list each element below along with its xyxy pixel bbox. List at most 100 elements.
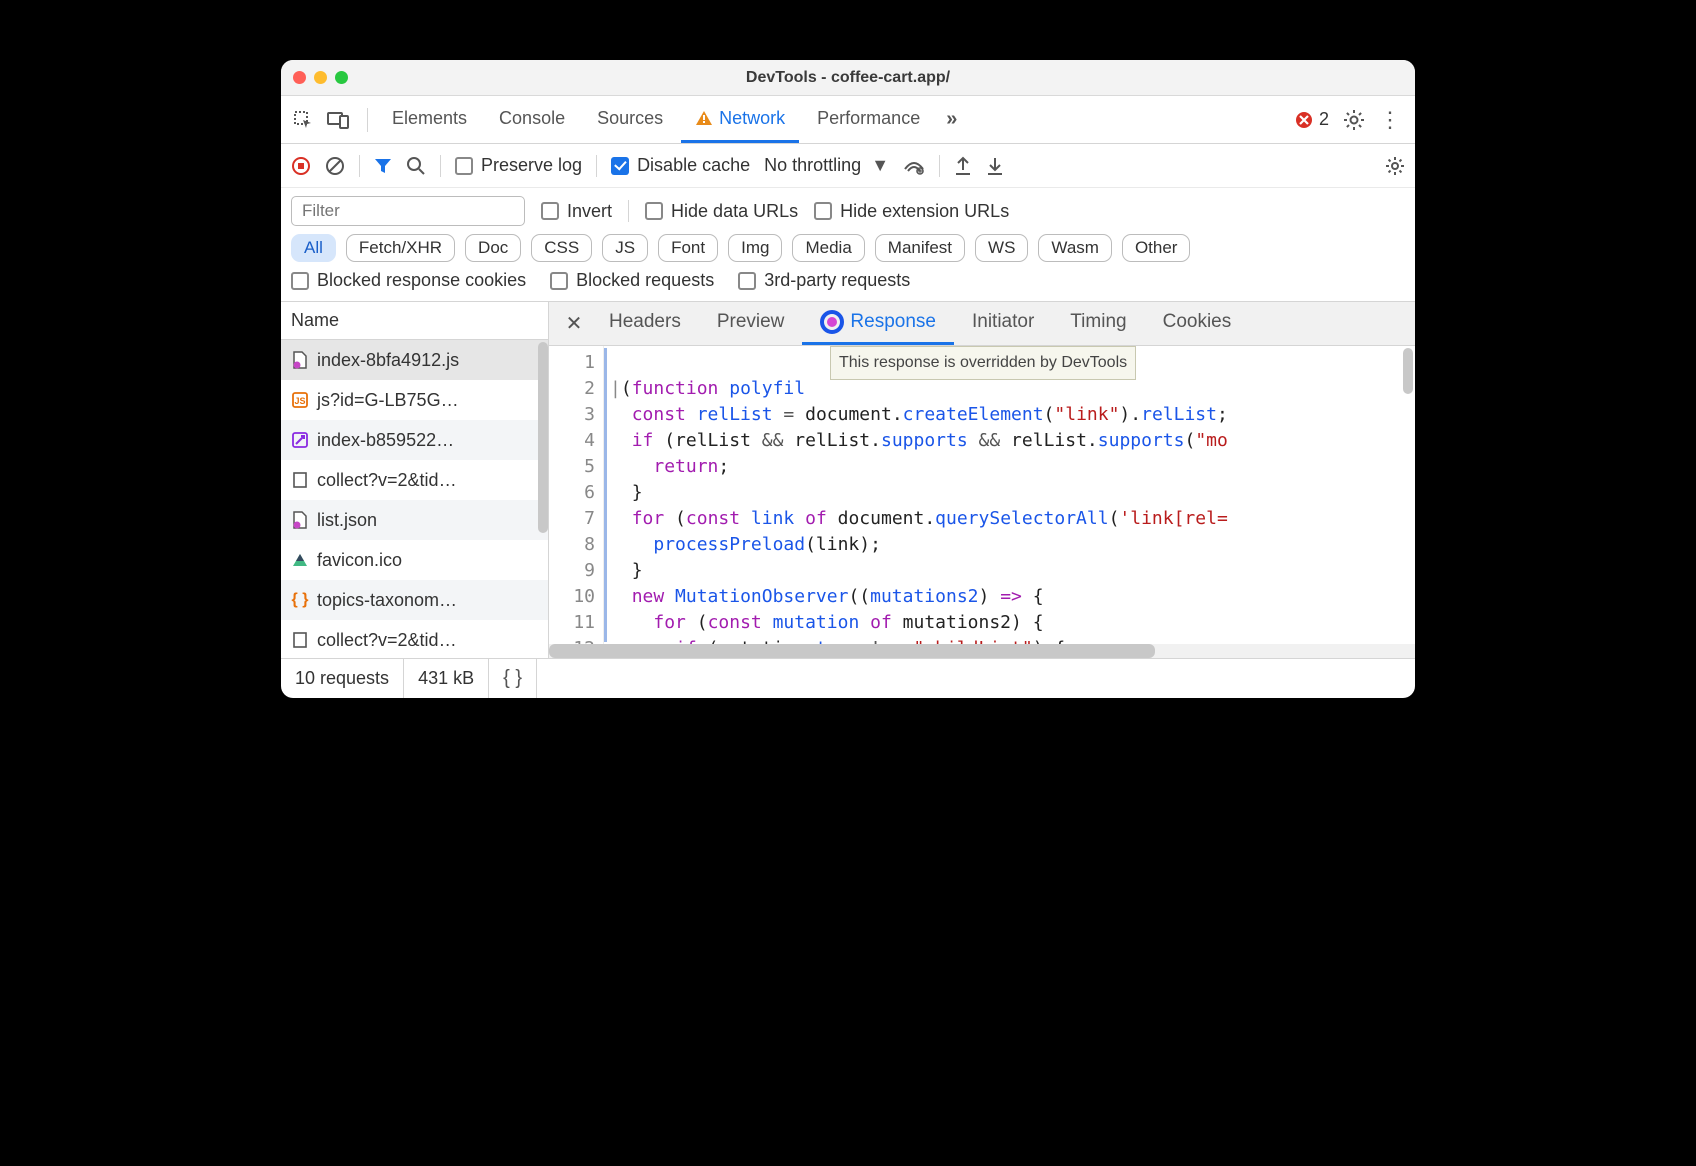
code-content[interactable]: |(function polyfil const relList = docum…: [603, 346, 1415, 644]
disable-cache-checkbox[interactable]: Disable cache: [611, 155, 750, 176]
close-detail-icon[interactable]: ✕: [557, 311, 591, 336]
devtools-window: DevTools - coffee-cart.app/ Elements Con…: [281, 60, 1415, 698]
request-name: list.json: [317, 510, 377, 531]
css-file-icon: [291, 431, 309, 449]
override-indicator-icon: [820, 310, 844, 334]
request-row[interactable]: index-8bfa4912.js: [281, 340, 548, 380]
detail-tab-timing[interactable]: Timing: [1052, 302, 1144, 345]
detail-tab-headers[interactable]: Headers: [591, 302, 699, 345]
throttling-dropdown[interactable]: No throttling ▼: [764, 155, 889, 176]
filter-pill-all[interactable]: All: [291, 234, 336, 262]
code-horizontal-scrollbar[interactable]: [549, 644, 1415, 658]
status-transfer: 431 kB: [404, 659, 489, 698]
request-row[interactable]: JS js?id=G-LB75G…: [281, 380, 548, 420]
request-list-scrollbar[interactable]: [538, 342, 548, 533]
filter-pill-media[interactable]: Media: [792, 234, 864, 262]
tab-console[interactable]: Console: [485, 96, 579, 143]
status-requests: 10 requests: [281, 659, 404, 698]
preserve-log-label: Preserve log: [481, 155, 582, 176]
device-toggle-icon[interactable]: [327, 111, 349, 129]
line-gutter: 123456789101112: [549, 346, 603, 644]
invert-checkbox[interactable]: Invert: [541, 201, 612, 222]
throttling-label: No throttling: [764, 155, 861, 176]
window-title: DevTools - coffee-cart.app/: [281, 69, 1415, 87]
json-braces-icon: { }: [291, 591, 309, 609]
filter-area: Invert Hide data URLs Hide extension URL…: [281, 188, 1415, 302]
detail-tab-initiator[interactable]: Initiator: [954, 302, 1052, 345]
request-row[interactable]: { } topics-taxonom…: [281, 580, 548, 620]
request-row[interactable]: index-b859522…: [281, 420, 548, 460]
traffic-lights: [293, 71, 348, 84]
request-name: topics-taxonom…: [317, 590, 457, 611]
tab-performance[interactable]: Performance: [803, 96, 934, 143]
kebab-menu-icon[interactable]: ⋮: [1379, 109, 1401, 131]
search-icon[interactable]: [406, 156, 426, 176]
generic-file-icon: [291, 471, 309, 489]
filter-pill-font[interactable]: Font: [658, 234, 718, 262]
blocked-cookies-checkbox[interactable]: Blocked response cookies: [291, 270, 526, 291]
response-code-area[interactable]: 123456789101112 |(function polyfil const…: [549, 346, 1415, 644]
request-row[interactable]: favicon.ico: [281, 540, 548, 580]
tab-console-label: Console: [499, 108, 565, 129]
detail-tab-cookies[interactable]: Cookies: [1145, 302, 1250, 345]
filter-pill-css[interactable]: CSS: [531, 234, 592, 262]
error-indicator[interactable]: 2: [1295, 109, 1329, 130]
filter-pill-doc[interactable]: Doc: [465, 234, 521, 262]
network-settings-gear-icon[interactable]: [1385, 156, 1405, 176]
maximize-window-button[interactable]: [335, 71, 348, 84]
hide-extension-urls-checkbox[interactable]: Hide extension URLs: [814, 201, 1009, 222]
svg-text:JS: JS: [294, 396, 305, 406]
network-split: Name index-8bfa4912.js JS js?id=G-LB75G……: [281, 302, 1415, 658]
favicon-icon: [291, 551, 309, 569]
filter-input[interactable]: [291, 196, 525, 226]
tab-sources[interactable]: Sources: [583, 96, 677, 143]
code-vertical-scrollbar[interactable]: [1403, 348, 1413, 394]
detail-tab-preview[interactable]: Preview: [699, 302, 803, 345]
close-window-button[interactable]: [293, 71, 306, 84]
warning-icon: [695, 110, 713, 126]
record-icon[interactable]: [291, 156, 311, 176]
network-conditions-icon[interactable]: [903, 157, 925, 175]
request-row[interactable]: collect?v=2&tid…: [281, 460, 548, 500]
tab-elements[interactable]: Elements: [378, 96, 481, 143]
filter-pill-other[interactable]: Other: [1122, 234, 1191, 262]
request-row[interactable]: list.json: [281, 500, 548, 540]
filter-pill-js[interactable]: JS: [602, 234, 648, 262]
filter-pill-fetch-xhr[interactable]: Fetch/XHR: [346, 234, 455, 262]
request-list-header[interactable]: Name: [281, 302, 548, 340]
filter-funnel-icon[interactable]: [374, 157, 392, 175]
filter-pill-img[interactable]: Img: [728, 234, 782, 262]
request-name: index-8bfa4912.js: [317, 350, 459, 371]
filter-pill-ws[interactable]: WS: [975, 234, 1028, 262]
detail-tab-response[interactable]: Response: [802, 302, 954, 345]
filter-pill-manifest[interactable]: Manifest: [875, 234, 965, 262]
tab-network-label: Network: [719, 108, 785, 129]
tab-performance-label: Performance: [817, 108, 920, 129]
minimize-window-button[interactable]: [314, 71, 327, 84]
blocked-requests-checkbox[interactable]: Blocked requests: [550, 270, 714, 291]
clear-icon[interactable]: [325, 156, 345, 176]
preserve-log-checkbox[interactable]: Preserve log: [455, 155, 582, 176]
third-party-checkbox[interactable]: 3rd-party requests: [738, 270, 910, 291]
tab-network[interactable]: Network: [681, 96, 799, 143]
js-override-file-icon: [291, 351, 309, 369]
override-tooltip: This response is overridden by DevTools: [830, 346, 1136, 380]
request-name: index-b859522…: [317, 430, 454, 451]
resource-type-filters: All Fetch/XHR Doc CSS JS Font Img Media …: [291, 234, 1405, 262]
disable-cache-label: Disable cache: [637, 155, 750, 176]
tab-elements-label: Elements: [392, 108, 467, 129]
titlebar: DevTools - coffee-cart.app/: [281, 60, 1415, 96]
status-bar: 10 requests 431 kB { }: [281, 658, 1415, 698]
upload-har-icon[interactable]: [954, 156, 972, 176]
filter-pill-wasm[interactable]: Wasm: [1038, 234, 1112, 262]
request-row[interactable]: collect?v=2&tid…: [281, 620, 548, 658]
checkbox-checked-icon: [611, 157, 629, 175]
detail-panel: ✕ Headers Preview Response Initiator Tim…: [549, 302, 1415, 658]
network-toolbar: Preserve log Disable cache No throttling…: [281, 144, 1415, 188]
inspect-icon[interactable]: [293, 110, 313, 130]
hide-data-urls-checkbox[interactable]: Hide data URLs: [645, 201, 798, 222]
pretty-print-button[interactable]: { }: [489, 659, 537, 698]
settings-gear-icon[interactable]: [1343, 109, 1365, 131]
more-tabs-icon[interactable]: »: [938, 108, 965, 131]
download-har-icon[interactable]: [986, 156, 1004, 176]
